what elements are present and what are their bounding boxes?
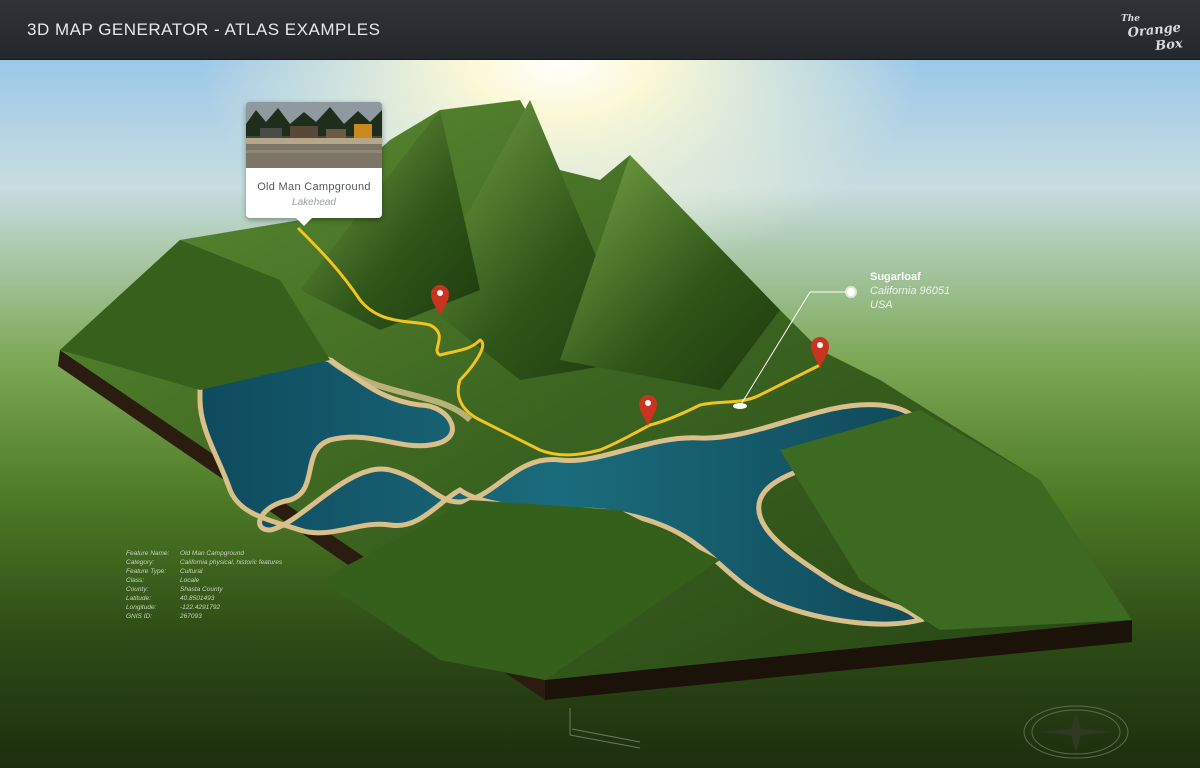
feature-info-table: Feature Name: Old Man Campground Category… — [126, 542, 282, 620]
compass-icon — [1023, 705, 1129, 759]
title-bar: 3D MAP GENERATOR - ATLAS EXAMPLES The Or… — [0, 0, 1200, 60]
page-title: 3D MAP GENERATOR - ATLAS EXAMPLES — [27, 20, 381, 39]
campground-callout[interactable]: Old Man Campground Lakehead — [246, 102, 382, 226]
location-dot-icon[interactable] — [845, 286, 857, 298]
terrain-map[interactable] — [0, 60, 1200, 768]
sugarloaf-label[interactable]: Sugarloaf California 96051 USA — [870, 270, 950, 312]
callout-title: Old Man Campground — [257, 181, 371, 193]
scale-bar-icon — [569, 708, 641, 749]
info-row: Class: Locale — [126, 569, 282, 584]
logo-main-text: Orange Box — [1127, 20, 1184, 55]
info-row: Longitude: -122.4291792 — [126, 596, 282, 611]
info-value: 267093 — [180, 613, 202, 620]
place-country: USA — [870, 299, 893, 311]
place-name: Sugarloaf — [870, 271, 921, 283]
info-row: County: Shasta County — [126, 578, 282, 593]
info-row: Feature Name: Old Man Campground — [126, 542, 282, 557]
place-region: California 96051 — [870, 285, 951, 297]
callout-subtitle: Lakehead — [292, 197, 336, 208]
info-row: Category: California physical, historic f… — [126, 551, 282, 566]
logo-small-text: The — [1121, 14, 1140, 24]
map-scene[interactable]: Old Man Campground Lakehead Sugarloaf Ca… — [0, 60, 1200, 768]
lake-photo-image — [246, 102, 382, 168]
sugarloaf-town-marker — [733, 403, 747, 409]
info-row: Latitude: 40.8501493 — [126, 587, 282, 602]
campground-photo — [246, 102, 382, 168]
orange-box-logo[interactable]: The Orange Box — [1112, 14, 1183, 54]
info-key: GNIS ID: — [126, 613, 153, 620]
